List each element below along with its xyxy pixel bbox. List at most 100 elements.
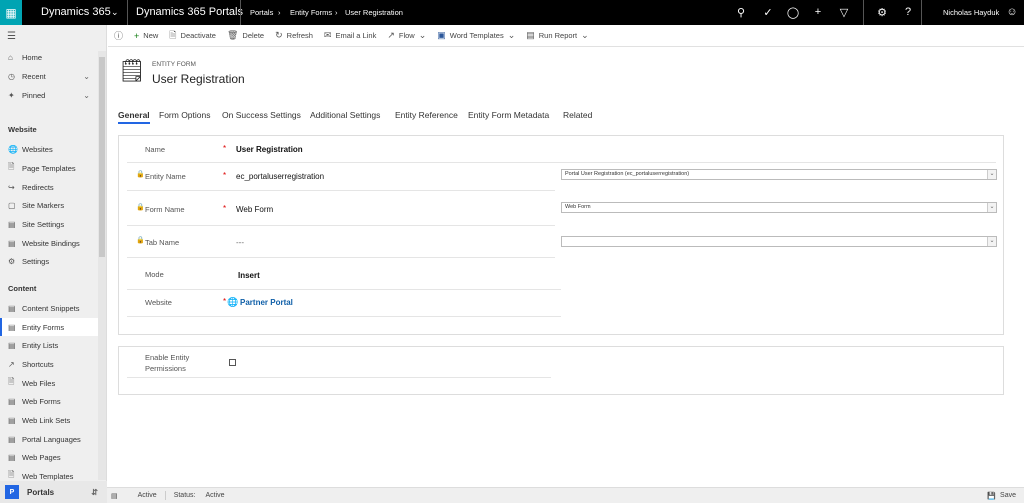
- trash-icon: 🗑: [226, 30, 239, 40]
- entity-form-icon: 🗒: [118, 58, 146, 83]
- tab-general[interactable]: General: [118, 110, 150, 124]
- filter-icon[interactable]: ▽: [837, 6, 851, 19]
- entity-name-select[interactable]: Portal User Registration (ec_portaluserr…: [561, 169, 997, 180]
- tab-on-success-settings[interactable]: On Success Settings: [222, 110, 301, 120]
- link-icon: ▤: [8, 415, 16, 425]
- shortcut-icon: ↗: [8, 359, 15, 369]
- sidebar-item-web-pages[interactable]: ▤ Web Pages: [0, 448, 98, 466]
- redirect-icon: ↪: [8, 182, 15, 192]
- form-name-select[interactable]: Web Form ⌄: [561, 202, 997, 213]
- app-name[interactable]: Dynamics 365: [41, 0, 111, 25]
- globe-icon: 🌐: [227, 297, 239, 307]
- app-switcher-chevron-icon[interactable]: ⌄: [111, 0, 119, 25]
- flow-button[interactable]: ↗ Flow ⌄: [387, 30, 426, 41]
- tab-name-value[interactable]: ---: [236, 238, 244, 247]
- sidebar-item-pinned[interactable]: ✦ Pinned ⌄: [0, 86, 98, 104]
- deactivate-button[interactable]: 🗎 Deactivate: [169, 28, 216, 44]
- record-state: Active: [137, 492, 157, 499]
- sidebar-item-site-markers[interactable]: ▢ Site Markers: [0, 196, 98, 214]
- sidebar-item-shortcuts[interactable]: ↗ Shortcuts: [0, 355, 98, 373]
- chevron-down-icon: ⌄: [987, 237, 996, 246]
- user-name[interactable]: Nicholas Hayduk: [943, 0, 999, 25]
- sidebar-item-page-templates[interactable]: 🗎 Page Templates: [0, 159, 98, 177]
- app-launcher-waffle-icon[interactable]: ▦: [0, 0, 22, 25]
- chevron-down-icon: ⌄: [507, 30, 516, 40]
- task-icon[interactable]: ✓: [761, 6, 775, 19]
- new-button[interactable]: + New: [134, 31, 158, 41]
- sidebar-item-recent[interactable]: ◷ Recent ⌄: [0, 67, 98, 85]
- portal-app-name: Dynamics 365 Portals: [136, 6, 243, 18]
- entity-name-value[interactable]: ec_portaluserregistration: [236, 172, 324, 181]
- sidebar-item-content-snippets[interactable]: ▤ Content Snippets: [0, 299, 98, 317]
- breadcrumb-portals[interactable]: Portals: [250, 0, 273, 25]
- area-switcher[interactable]: P Portals ⇵: [0, 481, 107, 503]
- breadcrumb-current: User Registration: [345, 8, 403, 17]
- tab-entity-form-metadata[interactable]: Entity Form Metadata: [468, 110, 549, 120]
- open-record-icon[interactable]: ▤: [111, 492, 118, 500]
- chevron-down-icon: ⌄: [83, 90, 90, 100]
- form-icon: ▤: [8, 322, 16, 332]
- plus-icon: +: [134, 30, 140, 41]
- info-icon[interactable]: ⓘ: [114, 29, 123, 42]
- name-value[interactable]: User Registration: [236, 145, 303, 154]
- save-button[interactable]: 💾 Save: [987, 492, 1016, 500]
- sidebar-item-redirects[interactable]: ↪ Redirects: [0, 178, 98, 196]
- globe-icon: 🌐: [8, 144, 18, 154]
- tab-form-options[interactable]: Form Options: [159, 110, 211, 120]
- marker-icon: ▢: [8, 200, 16, 210]
- tab-name-select[interactable]: ⌄: [561, 236, 997, 247]
- sidebar-item-portal-languages[interactable]: ▤ Portal Languages: [0, 430, 98, 448]
- sidebar-item-entity-forms[interactable]: ▤ Entity Forms: [0, 318, 98, 336]
- flow-icon: ↗: [387, 30, 395, 40]
- sidebar-item-home[interactable]: ⌂ Home: [0, 48, 98, 66]
- help-icon[interactable]: ?: [901, 6, 915, 18]
- sidebar-item-web-files[interactable]: 🗎 Web Files: [0, 374, 98, 392]
- enable-permissions-checkbox[interactable]: [229, 359, 236, 366]
- file-icon: 🗎: [8, 377, 15, 386]
- sidebar-item-web-link-sets[interactable]: ▤ Web Link Sets: [0, 411, 98, 429]
- search-icon[interactable]: ⚲: [734, 6, 748, 19]
- sidebar-item-website-bindings[interactable]: ▤ Website Bindings: [0, 234, 98, 252]
- refresh-button[interactable]: ↻ Refresh: [275, 30, 313, 41]
- area-badge: P: [5, 485, 19, 499]
- sidebar-item-entity-lists[interactable]: ▤ Entity Lists: [0, 336, 98, 354]
- lock-icon: 🔒: [136, 237, 145, 244]
- tab-related[interactable]: Related: [563, 110, 592, 120]
- email-link-button[interactable]: ✉ Email a Link: [324, 30, 376, 41]
- hamburger-menu-icon[interactable]: ☰: [7, 31, 16, 42]
- form-name-value[interactable]: Web Form: [236, 205, 273, 214]
- website-link[interactable]: Partner Portal: [240, 298, 293, 307]
- plus-icon[interactable]: +: [811, 6, 825, 18]
- tab-entity-reference[interactable]: Entity Reference: [395, 110, 458, 120]
- run-report-button[interactable]: ▤ Run Report ⌄: [526, 30, 588, 41]
- field-enable-permissions: Enable Entity Permissions: [127, 346, 551, 378]
- sidebar-item-websites[interactable]: 🌐 Websites: [0, 140, 98, 158]
- status-value: Active: [205, 492, 225, 499]
- entity-type-label: ENTITY FORM: [152, 61, 196, 68]
- sidebar-item-web-forms[interactable]: ▤ Web Forms: [0, 392, 98, 410]
- word-templates-button[interactable]: ▣ Word Templates ⌄: [437, 30, 515, 41]
- lightbulb-icon[interactable]: ◯: [786, 6, 800, 19]
- tab-additional-settings[interactable]: Additional Settings: [310, 110, 380, 120]
- page-icon: 🗎: [8, 162, 15, 171]
- status-label: Status:: [173, 492, 196, 499]
- field-website: Website * 🌐 Partner Portal: [127, 290, 561, 317]
- settings-list-icon: ▤: [8, 219, 16, 229]
- sidebar-item-site-settings[interactable]: ▤ Site Settings: [0, 215, 98, 233]
- chevron-down-icon: ⌄: [987, 170, 996, 179]
- chevron-down-icon: ⌄: [987, 203, 996, 212]
- breadcrumb-entity-forms[interactable]: Entity Forms: [290, 0, 332, 25]
- sidebar-group-content: Content: [8, 284, 37, 293]
- gear-icon[interactable]: ⚙: [875, 6, 889, 19]
- word-icon: ▣: [437, 30, 446, 40]
- binding-icon: ▤: [8, 238, 16, 248]
- sidebar-scrollbar-thumb[interactable]: [99, 57, 105, 257]
- sidebar-group-website: Website: [8, 125, 37, 134]
- list-icon: ▤: [8, 340, 16, 350]
- mode-value[interactable]: Insert: [238, 271, 260, 280]
- delete-button[interactable]: 🗑 Delete: [227, 30, 264, 41]
- email-icon: ✉: [323, 30, 332, 40]
- sidebar-item-settings[interactable]: ⚙ Settings: [0, 252, 98, 270]
- user-icon[interactable]: ☺: [1005, 6, 1019, 18]
- report-icon: ▤: [526, 30, 535, 40]
